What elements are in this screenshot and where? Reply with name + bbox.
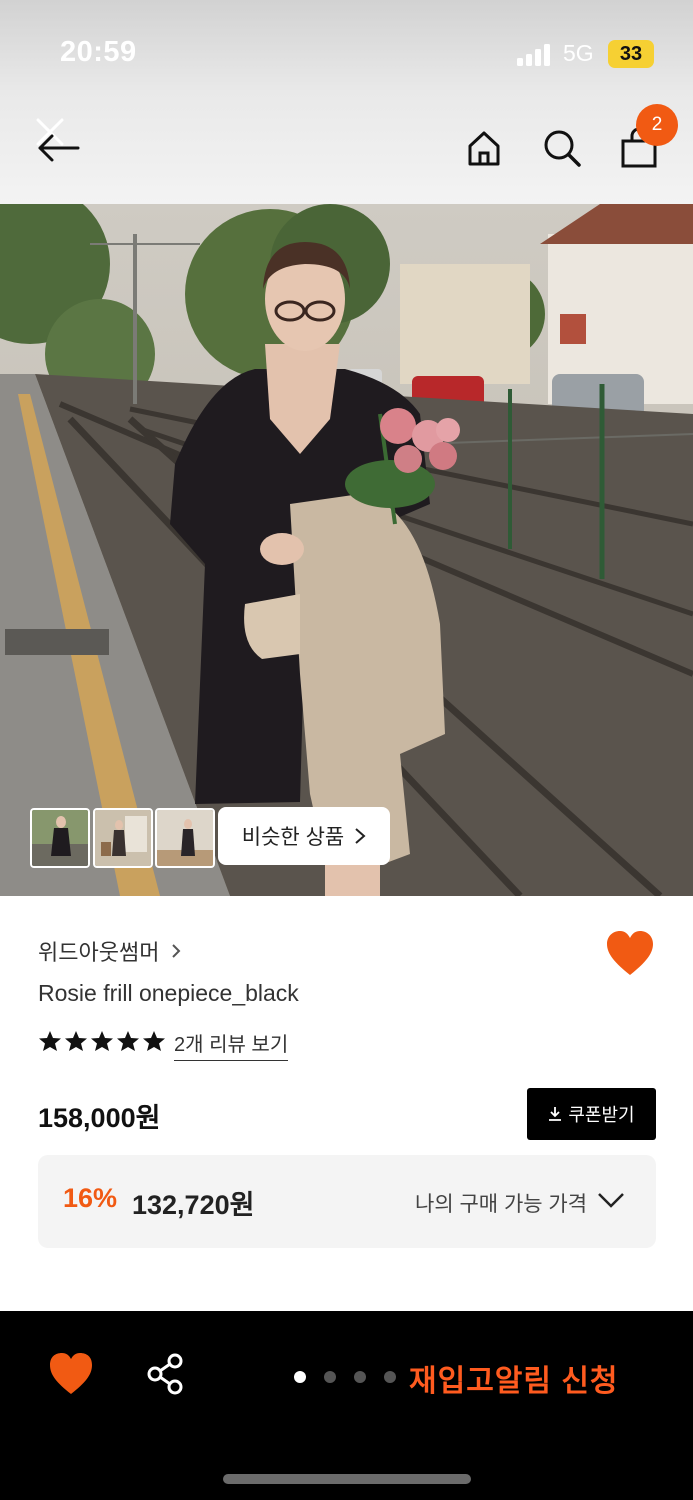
chevron-right-icon bbox=[355, 828, 366, 844]
pagination-dot-active bbox=[294, 1371, 306, 1383]
pagination-dot bbox=[384, 1371, 396, 1383]
chevron-right-icon bbox=[172, 944, 181, 958]
back-button[interactable] bbox=[30, 114, 86, 170]
discount-rate: 16% bbox=[63, 1183, 118, 1213]
product-main-image[interactable] bbox=[0, 204, 693, 896]
star-icon bbox=[39, 1031, 61, 1051]
star-icon bbox=[65, 1031, 87, 1051]
pagination-dot bbox=[354, 1371, 366, 1383]
search-button[interactable] bbox=[538, 124, 586, 172]
thumbnail-2[interactable] bbox=[93, 808, 153, 868]
rating-stars bbox=[38, 1030, 166, 1052]
chevron-down-icon bbox=[598, 1193, 624, 1208]
wishlist-heart-icon[interactable] bbox=[605, 930, 655, 978]
reviews-link[interactable]: 2개 리뷰 보기 bbox=[174, 1028, 289, 1061]
search-icon bbox=[544, 130, 581, 167]
top-bar: 20:59 5G 33 bbox=[0, 0, 693, 204]
pagination-dot bbox=[324, 1371, 336, 1383]
get-coupon-button[interactable]: 쿠폰받기 bbox=[527, 1088, 656, 1140]
star-icon bbox=[117, 1031, 139, 1051]
image-pagination-dots bbox=[294, 1371, 396, 1383]
battery-icon: 33 bbox=[608, 40, 654, 68]
restock-alert-button[interactable]: 재입고알림 신청 bbox=[409, 1356, 619, 1400]
similar-products-label: 비슷한 상품 bbox=[241, 826, 345, 849]
home-button[interactable] bbox=[460, 124, 508, 172]
status-time: 20:59 bbox=[60, 36, 137, 68]
my-price-label: 나의 구매 가능 가격 bbox=[415, 1193, 588, 1216]
signal-icon bbox=[517, 44, 553, 66]
get-coupon-label: 쿠폰받기 bbox=[568, 1105, 635, 1125]
product-name: Rosie frill onepiece_black bbox=[38, 980, 299, 1006]
thumbnail-3[interactable] bbox=[155, 808, 215, 868]
thumbnail-1[interactable] bbox=[30, 808, 90, 868]
brand-name: 위드아웃썸머 bbox=[38, 940, 160, 965]
original-price: 158,000원 bbox=[38, 1103, 161, 1133]
bottom-action-bar bbox=[0, 1311, 693, 1500]
back-arrow-icon bbox=[36, 118, 80, 162]
star-icon bbox=[143, 1031, 165, 1051]
bottom-wishlist-heart-icon[interactable] bbox=[48, 1352, 94, 1396]
home-icon bbox=[468, 131, 500, 166]
similar-products-button[interactable]: 비슷한 상품 bbox=[218, 807, 390, 865]
my-price-box[interactable]: 16% 132,720원 나의 구매 가능 가격 bbox=[38, 1155, 656, 1248]
cart-count-badge: 2 bbox=[636, 104, 678, 146]
sale-price: 132,720원 bbox=[132, 1190, 255, 1220]
home-indicator bbox=[223, 1474, 471, 1484]
download-icon bbox=[549, 1107, 562, 1121]
star-icon bbox=[91, 1031, 113, 1051]
brand-link[interactable]: 위드아웃썸머 bbox=[38, 935, 181, 967]
network-type: 5G bbox=[563, 40, 594, 66]
share-icon[interactable] bbox=[144, 1352, 188, 1396]
